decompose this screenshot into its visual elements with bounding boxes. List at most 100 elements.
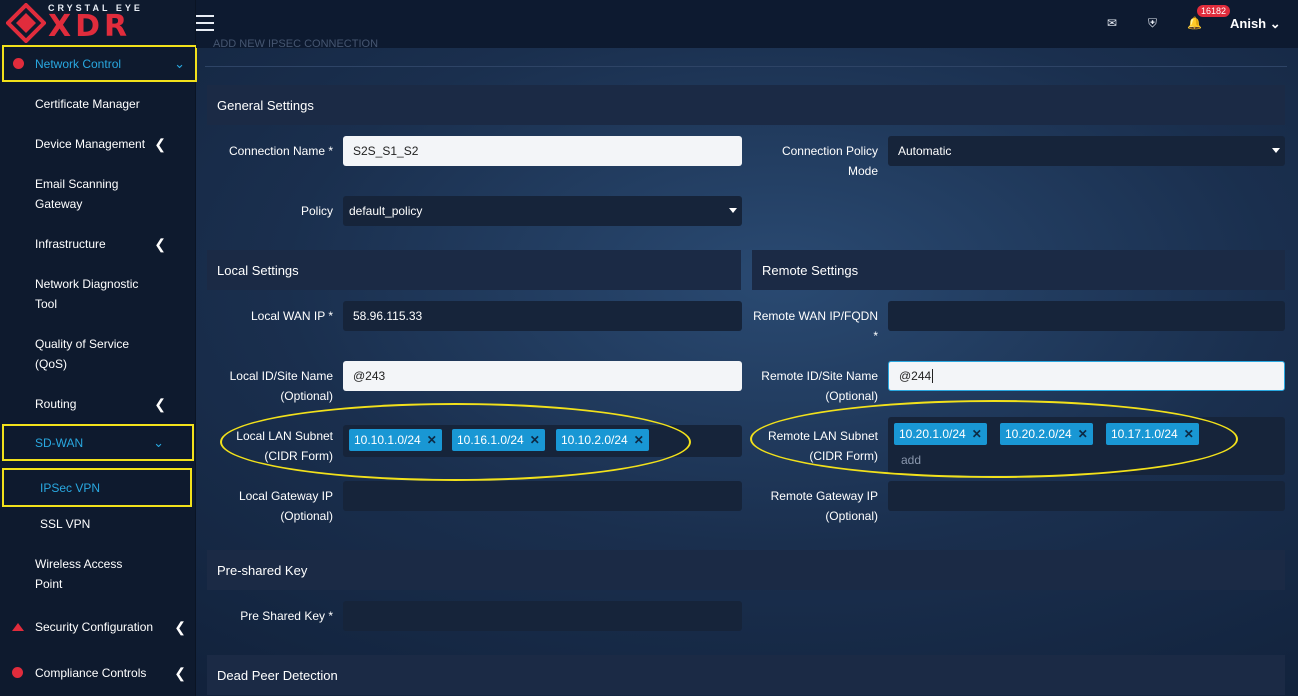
remote-id-input[interactable]: @244 xyxy=(888,361,1285,391)
network-control-icon xyxy=(13,58,24,69)
remote-id-label: Remote ID/Site Name (Optional) xyxy=(752,366,878,406)
security-configuration-icon xyxy=(12,623,24,631)
user-menu[interactable]: Anish ⌄ xyxy=(1230,16,1281,32)
label-line: Local Gateway IP xyxy=(238,489,333,503)
chevron-left-icon: ❮ xyxy=(154,236,166,252)
policy-label: Policy xyxy=(300,204,333,218)
local-gateway-label: Local Gateway IP (Optional) xyxy=(207,486,333,526)
connection-name-value: S2S_S1_S2 xyxy=(353,144,419,158)
brand-logo[interactable]: CRYSTAL EYE XDR xyxy=(0,0,196,46)
sidebar-item-network-control[interactable]: Network Control ⌄ xyxy=(2,45,197,82)
label-line: * xyxy=(873,329,878,343)
policy-select[interactable]: default_policy xyxy=(343,196,742,226)
shield-icon[interactable]: ⛨ xyxy=(1148,16,1157,31)
connection-name-input[interactable]: S2S_S1_S2 xyxy=(343,136,742,166)
sidebar-item-label: Tool xyxy=(35,297,58,311)
sidebar-item-label: Wireless Access xyxy=(35,557,123,571)
connection-policy-mode-value: Automatic xyxy=(898,144,952,158)
chevron-left-icon: ❮ xyxy=(154,396,166,412)
sidebar-item-label: Quality of Service xyxy=(35,337,130,351)
sidebar-item-sd-wan[interactable]: SD-WAN ⌄ xyxy=(2,424,194,461)
sidebar-item-ipsec-vpn[interactable]: IPSec VPN xyxy=(2,468,192,507)
notification-count-badge: 16182 xyxy=(1197,5,1231,17)
remote-gateway-label: Remote Gateway IP (Optional) xyxy=(752,486,878,526)
local-settings-header: Local Settings xyxy=(207,250,741,290)
sidebar-item-wireless-access-point[interactable]: Wireless Access Point xyxy=(0,554,196,594)
remote-settings-header: Remote Settings xyxy=(752,250,1285,290)
sidebar-item-qos[interactable]: Quality of Service (QoS) xyxy=(0,334,196,374)
label-line: (Optional) xyxy=(825,509,878,523)
label-line: Mode xyxy=(847,164,878,178)
chevron-left-icon: ❮ xyxy=(174,619,186,635)
local-wan-ip-input[interactable]: 58.96.115.33 xyxy=(343,301,742,331)
sidebar: CRYSTAL EYE XDR Network Control ⌄ Certif… xyxy=(0,0,197,696)
remote-wan-ip-input[interactable] xyxy=(888,301,1285,331)
sidebar-item-certificate-manager[interactable]: Certificate Manager xyxy=(0,94,196,114)
local-wan-ip-value: 58.96.115.33 xyxy=(353,309,423,323)
connection-name-label: Connection Name * xyxy=(228,144,333,158)
sidebar-item-label: Compliance Controls xyxy=(35,666,147,680)
local-id-input[interactable]: @243 xyxy=(343,361,742,391)
logo-mark-icon xyxy=(6,3,46,43)
sidebar-item-label: SSL VPN xyxy=(40,517,91,531)
sidebar-item-label: Network Control xyxy=(35,56,122,71)
remote-id-value: @244 xyxy=(899,369,932,383)
remote-gateway-input[interactable] xyxy=(888,481,1285,511)
chevron-left-icon: ❮ xyxy=(154,136,166,152)
label-line: (Optional) xyxy=(280,389,333,403)
sidebar-item-security-configuration[interactable]: Security Configuration ❮ xyxy=(0,617,196,637)
sidebar-item-compliance-controls[interactable]: Compliance Controls ❮ xyxy=(0,663,196,683)
text-cursor xyxy=(932,369,934,383)
local-gateway-input[interactable] xyxy=(343,481,742,511)
mail-icon[interactable]: ✉ xyxy=(1107,16,1117,30)
local-id-value: @243 xyxy=(353,369,386,383)
sidebar-item-label: Routing xyxy=(35,397,77,411)
connection-policy-mode-select[interactable]: Automatic xyxy=(888,136,1285,166)
compliance-controls-icon xyxy=(12,667,23,678)
label-line: Local ID/Site Name xyxy=(229,369,333,383)
chevron-left-icon: ❮ xyxy=(174,665,186,681)
label-line: (Optional) xyxy=(280,509,333,523)
page-subtitle: ADD NEW IPSEC CONNECTION xyxy=(213,38,379,50)
remote-subnet-highlight-oval xyxy=(750,400,1238,478)
pre-shared-key-label: Pre Shared Key * xyxy=(240,609,333,623)
sidebar-item-label: Gateway xyxy=(35,197,83,211)
bell-icon[interactable]: 🔔 xyxy=(1187,16,1202,30)
caret-down-icon xyxy=(1272,148,1280,153)
general-settings-header: General Settings xyxy=(207,85,1285,125)
sidebar-item-device-management[interactable]: Device Management ❮ xyxy=(0,134,196,154)
chevron-down-icon: ⌄ xyxy=(1269,16,1281,31)
sidebar-item-network-diagnostic-tool[interactable]: Network Diagnostic Tool xyxy=(0,274,196,314)
chevron-down-icon: ⌄ xyxy=(174,56,185,71)
sidebar-item-label: Network Diagnostic xyxy=(35,277,139,291)
sidebar-item-ssl-vpn[interactable]: SSL VPN xyxy=(0,514,196,534)
sidebar-item-label: Security Configuration xyxy=(35,620,154,634)
label-line: Remote WAN IP/FQDN xyxy=(753,309,878,323)
user-name: Anish xyxy=(1230,16,1267,31)
brand-big-text: XDR xyxy=(48,9,132,44)
connection-policy-mode-label: Connection Policy Mode xyxy=(752,141,878,181)
local-id-label: Local ID/Site Name (Optional) xyxy=(207,366,333,406)
local-wan-ip-label: Local WAN IP * xyxy=(250,309,333,323)
sidebar-item-routing[interactable]: Routing ❮ xyxy=(0,394,196,414)
policy-value: default_policy xyxy=(349,204,423,218)
pre-shared-key-input[interactable] xyxy=(343,601,742,631)
label-line: Remote ID/Site Name xyxy=(761,369,878,383)
sidebar-item-label: Email Scanning xyxy=(35,177,119,191)
sidebar-item-label: Certificate Manager xyxy=(35,97,140,111)
sidebar-item-email-scanning-gateway[interactable]: Email Scanning Gateway xyxy=(0,174,196,214)
chevron-down-icon: ⌄ xyxy=(153,435,164,450)
label-line: (Optional) xyxy=(825,389,878,403)
label-line: Connection Policy xyxy=(781,144,878,158)
hamburger-menu-icon[interactable] xyxy=(196,15,214,31)
sidebar-item-label: IPSec VPN xyxy=(40,480,101,495)
remote-wan-ip-label: Remote WAN IP/FQDN * xyxy=(752,306,878,346)
pre-shared-key-header: Pre-shared Key xyxy=(207,550,1285,590)
sidebar-item-label: Device Management xyxy=(35,137,146,151)
caret-down-icon xyxy=(729,208,737,213)
sidebar-item-label: (QoS) xyxy=(35,357,68,371)
local-subnet-highlight-oval xyxy=(220,403,691,481)
dead-peer-detection-header: Dead Peer Detection xyxy=(207,655,1285,695)
sidebar-item-infrastructure[interactable]: Infrastructure ❮ xyxy=(0,234,196,254)
sidebar-item-label: Point xyxy=(35,577,63,591)
